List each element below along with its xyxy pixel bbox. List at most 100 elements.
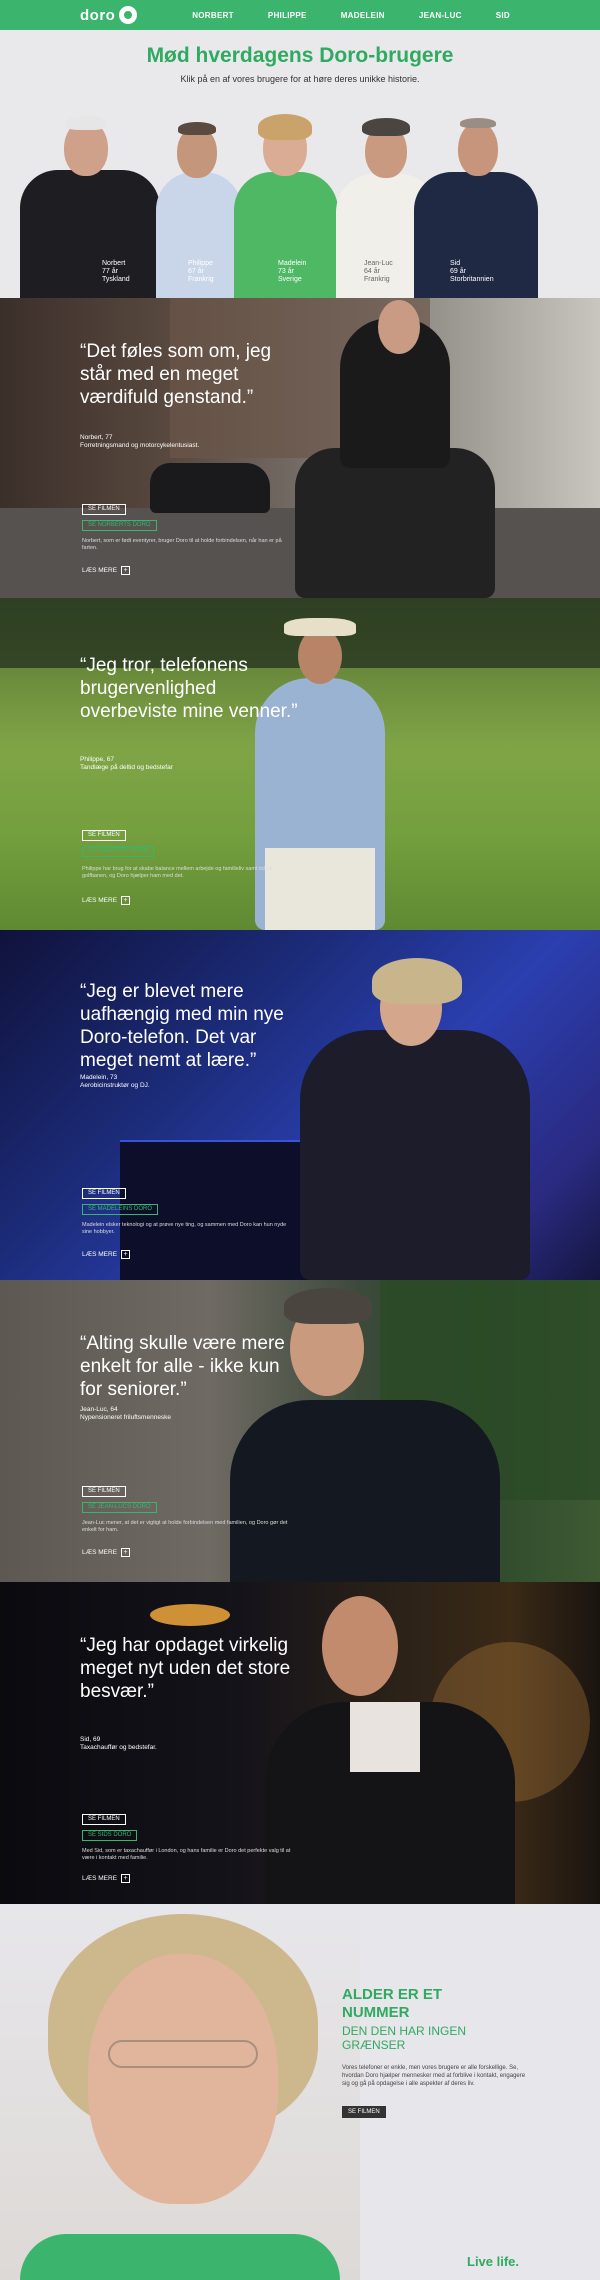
person-hair	[178, 122, 216, 135]
person-country: Storbritannien	[450, 276, 494, 283]
person-label: Norbert 77 år Tyskland	[102, 260, 130, 284]
intro-section: Mød hverdagens Doro-brugere Klik på en a…	[0, 30, 600, 298]
person-age: 73 år	[278, 268, 294, 275]
person-country: Frankrig	[364, 276, 390, 283]
watch-film-button[interactable]: SE FILMEN	[82, 504, 126, 515]
person-age: 77 år	[102, 268, 118, 275]
person-name: Norbert	[102, 260, 126, 267]
plus-icon: +	[121, 1874, 131, 1883]
person-photo	[300, 1030, 530, 1280]
plus-icon: +	[121, 566, 131, 575]
story-person-role: Tandlæge på deltid og bedstefar	[80, 764, 173, 771]
read-more-label: LÆS MERE	[82, 1251, 118, 1258]
nav-link-sid[interactable]: SID	[496, 11, 510, 20]
person-age: 69 år	[450, 268, 466, 275]
person-hair	[362, 118, 410, 136]
read-more-label: LÆS MERE	[82, 567, 118, 574]
read-more-link[interactable]: LÆS MERE +	[82, 1874, 131, 1883]
read-more-label: LÆS MERE	[82, 1549, 118, 1556]
watch-film-button[interactable]: SE FILMEN	[82, 1486, 126, 1497]
person-country: Frankrig	[188, 276, 214, 283]
story-person-name: Jean-Luc, 64	[80, 1406, 118, 1413]
read-more-label: LÆS MERE	[82, 897, 118, 904]
person-label: Jean-Luc 64 år Frankrig	[364, 260, 393, 284]
intro-title: Mød hverdagens Doro-brugere	[146, 44, 454, 67]
story-description: Jean-Luc mener, at det er vigtigt at hol…	[82, 1520, 288, 1533]
doro-logo[interactable]: doro	[80, 6, 138, 24]
story-person-role: Forretningsmand og motorcykelentusiast.	[80, 442, 200, 449]
top-nav: doro NORBERT PHILIPPE MADELEIN JEAN-LUC …	[0, 0, 600, 30]
story-section-madelein: “Jeg er blevet mere uafhængig med min ny…	[0, 930, 600, 1280]
story-quote: “Alting skulle være mere enkelt for alle…	[80, 1333, 285, 1400]
read-more-link[interactable]: LÆS MERE +	[82, 566, 131, 575]
portrait-top	[20, 2234, 340, 2280]
person-hair	[284, 1288, 372, 1324]
story-person-info: Madelein, 73 Aerobicinstruktør og DJ.	[80, 1074, 150, 1090]
nav-link-philippe[interactable]: PHILIPPE	[268, 11, 307, 20]
nav-links: NORBERT PHILIPPE MADELEIN JEAN-LUC SID	[192, 0, 510, 30]
see-doro-button[interactable]: SE MADELEINS DORO	[82, 1204, 159, 1215]
see-doro-button[interactable]: SE NORBERTS DORO	[82, 520, 157, 531]
see-doro-button[interactable]: SE JEAN-LUCS DORO	[82, 1502, 157, 1513]
person-name: Jean-Luc	[364, 260, 393, 267]
person-name: Madelein	[278, 260, 307, 267]
hat	[284, 618, 356, 636]
story-quote: “Jeg er blevet mere uafhængig med min ny…	[80, 981, 284, 1071]
story-description: Madelein elsker teknologi og at prøve ny…	[82, 1222, 287, 1235]
age-subtitle-line-1: DEN DEN HAR INGEN	[342, 2024, 467, 2038]
read-more-label: LÆS MERE	[82, 1875, 118, 1882]
age-title-line-1: ALDER ER ET	[342, 1986, 443, 2003]
person-name: Philippe	[188, 260, 213, 267]
watch-film-button[interactable]: SE FILMEN	[82, 830, 126, 841]
person-photo	[20, 170, 160, 298]
story-person-name: Philippe, 67	[80, 756, 114, 763]
story-description: Norbert, som er født eventyrer, bruger D…	[82, 538, 282, 551]
person-card-madelein[interactable]: Madelein 73 år Sverige	[230, 106, 342, 298]
story-description: Med Sid, som er taxachauffør i London, o…	[82, 1848, 291, 1861]
tagline: Live life.	[467, 2254, 520, 2269]
story-person-role: Aerobicinstruktør og DJ.	[80, 1082, 150, 1089]
nav-link-jean-luc[interactable]: JEAN-LUC	[419, 11, 462, 20]
watch-film-button[interactable]: SE FILMEN	[82, 1814, 126, 1825]
portrait-face	[88, 1954, 278, 2204]
age-subtitle: DEN DEN HAR INGEN GRÆNSER	[342, 2024, 466, 2052]
watch-film-button[interactable]: SE FILMEN	[342, 2106, 386, 2118]
story-person-name: Norbert, 77	[80, 434, 113, 441]
nav-link-norbert[interactable]: NORBERT	[192, 11, 234, 20]
read-more-link[interactable]: LÆS MERE +	[82, 1548, 131, 1557]
plus-icon: +	[121, 896, 131, 905]
nav-link-madelein[interactable]: MADELEIN	[341, 11, 385, 20]
street-lamp	[150, 1604, 230, 1626]
see-doro-button[interactable]: SE PHILIPPES DORO	[82, 846, 155, 857]
story-person-info: Norbert, 77 Forretningsmand og motorcyke…	[80, 434, 199, 450]
person-card-sid[interactable]: Sid 69 år Storbritannien	[410, 108, 540, 298]
read-more-link[interactable]: LÆS MERE +	[82, 1250, 131, 1259]
story-section-philippe: “Jeg tror, telefonens brugervenlighed ov…	[0, 598, 600, 930]
story-person-info: Jean-Luc, 64 Nypensioneret friluftsmenne…	[80, 1406, 171, 1422]
story-section-sid: “Jeg har opdaget virkelig meget nyt uden…	[0, 1582, 600, 1904]
story-person-role: Taxachauffør og bedstefar.	[80, 1744, 157, 1751]
person-hair	[66, 116, 106, 130]
see-doro-button[interactable]: SE SIDS DORO	[82, 1830, 138, 1841]
age-title: ALDER ER ET NUMMER	[342, 1986, 442, 2022]
person-photo	[230, 1400, 500, 1582]
plus-icon: +	[121, 1250, 131, 1259]
person-age: 64 år	[364, 268, 380, 275]
person-legs	[265, 848, 375, 930]
read-more-link[interactable]: LÆS MERE +	[82, 896, 131, 905]
logo-text: doro	[80, 6, 116, 24]
age-subtitle-line-2: GRÆNSER	[342, 2038, 406, 2052]
intro-subtitle: Klik på en af vores brugere for at høre …	[180, 74, 420, 84]
age-section: ALDER ER ET NUMMER DEN DEN HAR INGEN GRÆ…	[0, 1904, 600, 2280]
story-person-name: Sid, 69	[80, 1736, 101, 1743]
person-country: Tyskland	[102, 276, 130, 283]
person-card-norbert[interactable]: Norbert 77 år Tyskland	[12, 108, 168, 298]
person-country: Sverige	[278, 276, 302, 283]
person-hair	[372, 958, 462, 1004]
parked-car	[150, 463, 270, 513]
age-title-line-2: NUMMER	[342, 2004, 410, 2021]
watch-film-button[interactable]: SE FILMEN	[82, 1188, 126, 1199]
glasses-icon	[108, 2040, 258, 2068]
age-body-text: Vores telefoner er enkle, men vores brug…	[342, 2065, 526, 2087]
person-age: 67 år	[188, 268, 204, 275]
